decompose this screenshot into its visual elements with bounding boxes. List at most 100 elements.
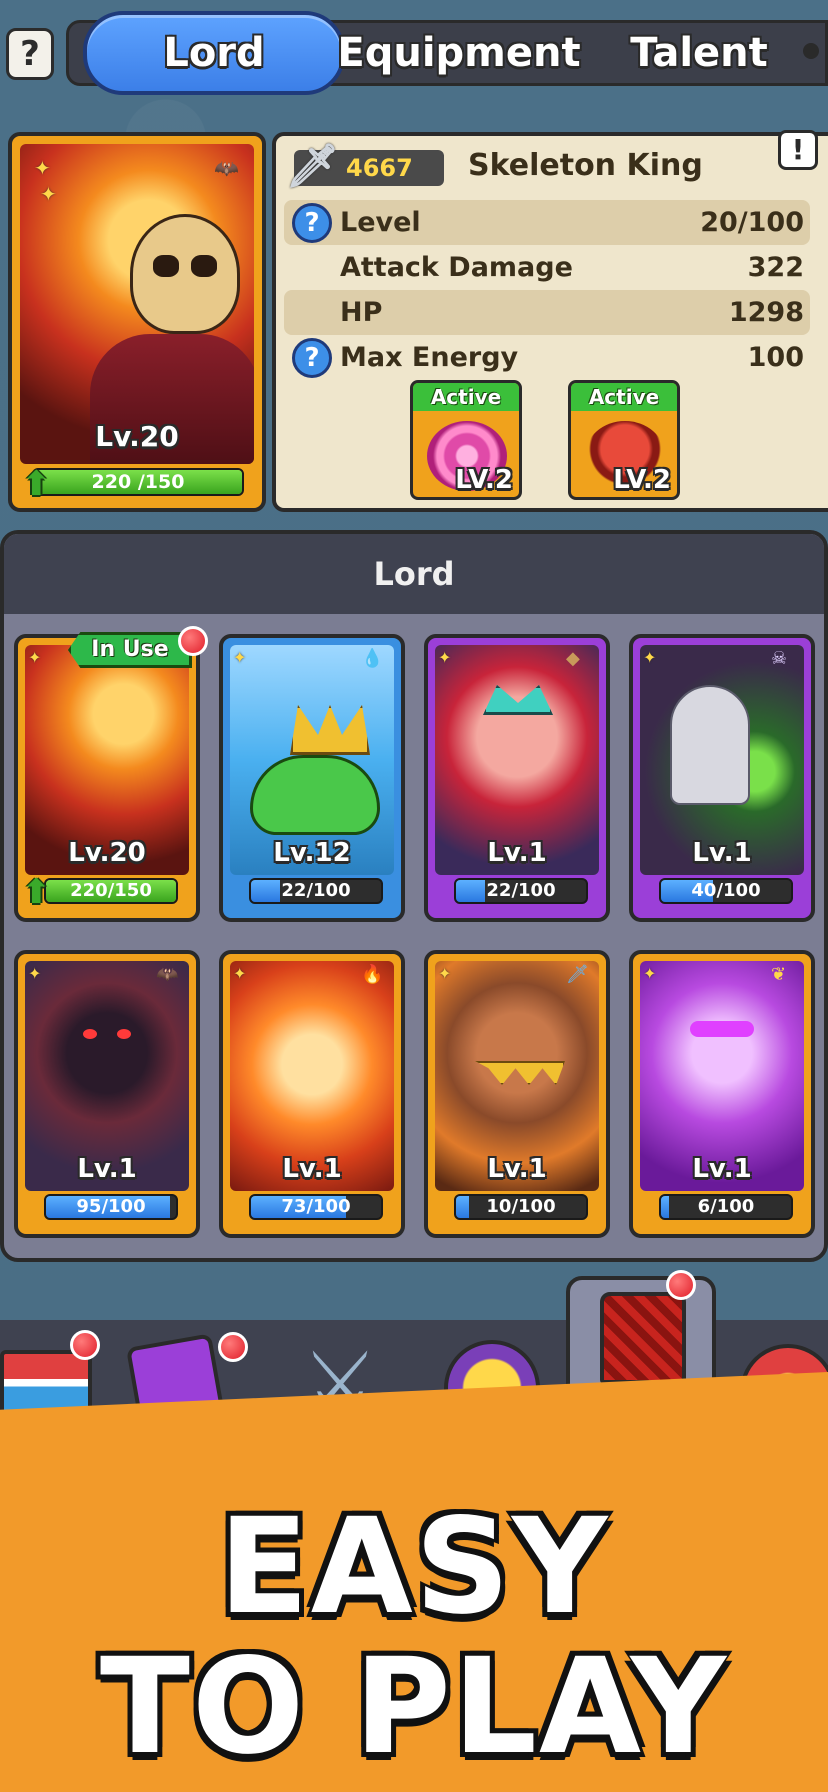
stat-value: 1298 bbox=[728, 297, 804, 328]
card-level: Lv.1 bbox=[487, 838, 547, 868]
stat-label: Attack Damage bbox=[340, 252, 573, 283]
lord-card-demon-queen[interactable]: ✦ ❦ Lv.1 6/100 bbox=[629, 950, 815, 1238]
stat-value: 322 bbox=[747, 252, 804, 283]
banner-line-1: EASY bbox=[218, 1490, 610, 1644]
notification-dot bbox=[666, 1270, 696, 1300]
rarity-sparkle-icon: ✦ bbox=[233, 648, 247, 667]
card-level: Lv.1 bbox=[77, 1154, 137, 1184]
stat-label: Max Energy bbox=[340, 342, 519, 373]
hero-info-panel: 🗡 4667 Skeleton King ! ? Level 20/100 At… bbox=[272, 130, 828, 512]
skeleton-king-portrait: ✦ ✦ 🦇 Lv.20 bbox=[20, 144, 254, 464]
lord-card-fire-spirit[interactable]: ✦ 🔥 Lv.1 73/100 bbox=[219, 950, 405, 1238]
skill-active-tag: Active bbox=[413, 383, 519, 411]
skill-level: LV.2 bbox=[613, 465, 671, 495]
skull-class-icon: ☠ bbox=[771, 648, 788, 669]
wings-class-icon: ❦ bbox=[771, 964, 787, 985]
lord-throne-tab-active[interactable] bbox=[566, 1276, 716, 1396]
notification-dot bbox=[70, 1330, 100, 1360]
lord-card-skeleton-king[interactable]: ✦ Lv.20 220/150 ⬆ In Use bbox=[14, 626, 208, 922]
lord-card-dark-elf[interactable]: ✦ ☠ Lv.1 40/100 bbox=[629, 634, 815, 922]
card-level: Lv.20 bbox=[68, 838, 146, 868]
help-button[interactable]: ? bbox=[6, 28, 54, 80]
rarity-sparkle-icon: ✦ bbox=[643, 648, 657, 667]
card-progress-text: 40/100 bbox=[691, 880, 761, 901]
skill-level: LV.2 bbox=[455, 465, 513, 495]
info-question-icon[interactable]: ? bbox=[292, 202, 332, 243]
card-progress-bar: 6/100 bbox=[659, 1194, 793, 1220]
top-tab-bar: Lord Equipment Talent bbox=[66, 11, 828, 95]
card-progress-bar: 22/100 bbox=[249, 878, 383, 904]
notification-dot bbox=[178, 626, 208, 656]
skull-head bbox=[130, 214, 240, 334]
lord-section-title: Lord bbox=[4, 534, 824, 614]
card-progress-text: 95/100 bbox=[76, 1196, 146, 1217]
rarity-sparkle-icon: ✦ bbox=[643, 964, 657, 983]
stat-value: 100 bbox=[747, 342, 804, 373]
skill-slot-1[interactable]: Active LV.2 bbox=[410, 380, 522, 500]
lord-collection-panel: Lord ✦ Lv.20 220/150 ⬆ In Use ✦ 💧 Lv.12 bbox=[0, 530, 828, 1262]
card-progress-text: 10/100 bbox=[486, 1196, 556, 1217]
stat-value: 20/100 bbox=[700, 207, 804, 238]
in-use-badge: In Use bbox=[68, 632, 192, 668]
alert-icon[interactable]: ! bbox=[778, 130, 818, 170]
hero-xp-text: 220 /150 bbox=[91, 471, 185, 493]
power-value: 4667 bbox=[346, 154, 413, 182]
tab-bar-end-dot bbox=[803, 43, 819, 59]
sword-class-icon: 🗡 bbox=[566, 964, 589, 985]
card-progress-bar: 40/100 bbox=[659, 878, 793, 904]
stat-label: Level bbox=[340, 207, 421, 238]
hero-name: Skeleton King bbox=[468, 148, 703, 183]
lord-card-grid: ✦ Lv.20 220/150 ⬆ In Use ✦ 💧 Lv.12 22/10… bbox=[14, 626, 820, 1238]
stats-list: ? Level 20/100 Attack Damage 322 HP 1298… bbox=[284, 200, 810, 380]
card-progress-bar: 220/150 bbox=[44, 878, 178, 904]
rarity-sparkle-icon: ✦ bbox=[438, 648, 452, 667]
card-level: Lv.1 bbox=[692, 838, 752, 868]
rarity-sparkle-icon: ✦ bbox=[34, 156, 51, 180]
card-progress-bar: 10/100 bbox=[454, 1194, 588, 1220]
level-up-arrow-icon: ⬆ bbox=[22, 872, 51, 912]
water-drop-icon: 💧 bbox=[361, 648, 384, 669]
skill-active-tag: Active bbox=[571, 383, 677, 411]
rarity-sparkle-icon: ✦ bbox=[233, 964, 247, 983]
stat-row-attack: Attack Damage 322 bbox=[284, 245, 810, 290]
card-progress-text: 22/100 bbox=[281, 880, 351, 901]
lord-card-hooded-reaper[interactable]: ✦ 🦇 Lv.1 95/100 bbox=[14, 950, 200, 1238]
card-progress-text: 22/100 bbox=[486, 880, 556, 901]
lord-card-slime-king[interactable]: ✦ 💧 Lv.12 22/100 bbox=[219, 634, 405, 922]
stat-row-level: ? Level 20/100 bbox=[284, 200, 810, 245]
banner-line-2: TO PLAY bbox=[99, 1630, 729, 1784]
stat-label: HP bbox=[340, 297, 383, 328]
card-level: Lv.12 bbox=[273, 838, 351, 868]
tab-equipment[interactable]: Equipment bbox=[337, 23, 580, 83]
lord-card-minotaur[interactable]: ✦ 🗡 Lv.1 10/100 bbox=[424, 950, 610, 1238]
sword-icon: 🗡 bbox=[286, 141, 340, 190]
hero-xp-bar: 220 /150 bbox=[32, 468, 244, 496]
power-rating: 🗡 4667 bbox=[286, 142, 444, 190]
card-level: Lv.1 bbox=[487, 1154, 547, 1184]
info-question-icon[interactable]: ? bbox=[292, 337, 332, 378]
skill-slot-2[interactable]: Active LV.2 bbox=[568, 380, 680, 500]
hero-level-label: Lv.20 bbox=[95, 420, 179, 453]
rarity-sparkle-icon: ✦ bbox=[28, 964, 42, 983]
lord-card-elf-queen[interactable]: ✦ ◆ Lv.1 22/100 bbox=[424, 634, 610, 922]
level-up-arrow-icon[interactable]: ⬆ bbox=[22, 466, 54, 502]
card-progress-bar: 73/100 bbox=[249, 1194, 383, 1220]
fire-class-icon: 🔥 bbox=[361, 964, 384, 985]
rarity-sparkle-icon: ✦ bbox=[438, 964, 452, 983]
card-progress-text: 220/150 bbox=[70, 880, 152, 901]
stat-row-hp: HP 1298 bbox=[284, 290, 810, 335]
notification-dot bbox=[218, 1332, 248, 1362]
stat-row-energy: ? Max Energy 100 bbox=[284, 335, 810, 380]
card-progress-bar: 95/100 bbox=[44, 1194, 178, 1220]
card-progress-bar: 22/100 bbox=[454, 878, 588, 904]
card-progress-text: 73/100 bbox=[281, 1196, 351, 1217]
rarity-sparkle-icon: ✦ bbox=[40, 182, 57, 206]
bat-class-icon: 🦇 bbox=[156, 964, 179, 985]
card-progress-text: 6/100 bbox=[697, 1196, 755, 1217]
card-level: Lv.1 bbox=[692, 1154, 752, 1184]
tab-lord[interactable]: Lord bbox=[83, 11, 345, 95]
selected-lord-card[interactable]: ✦ ✦ 🦇 Lv.20 220 /150 ⬆ bbox=[8, 132, 266, 512]
promo-banner: EASY TO PLAY bbox=[0, 1372, 828, 1792]
bat-class-icon: 🦇 bbox=[214, 156, 239, 180]
tab-talent[interactable]: Talent bbox=[609, 23, 789, 83]
